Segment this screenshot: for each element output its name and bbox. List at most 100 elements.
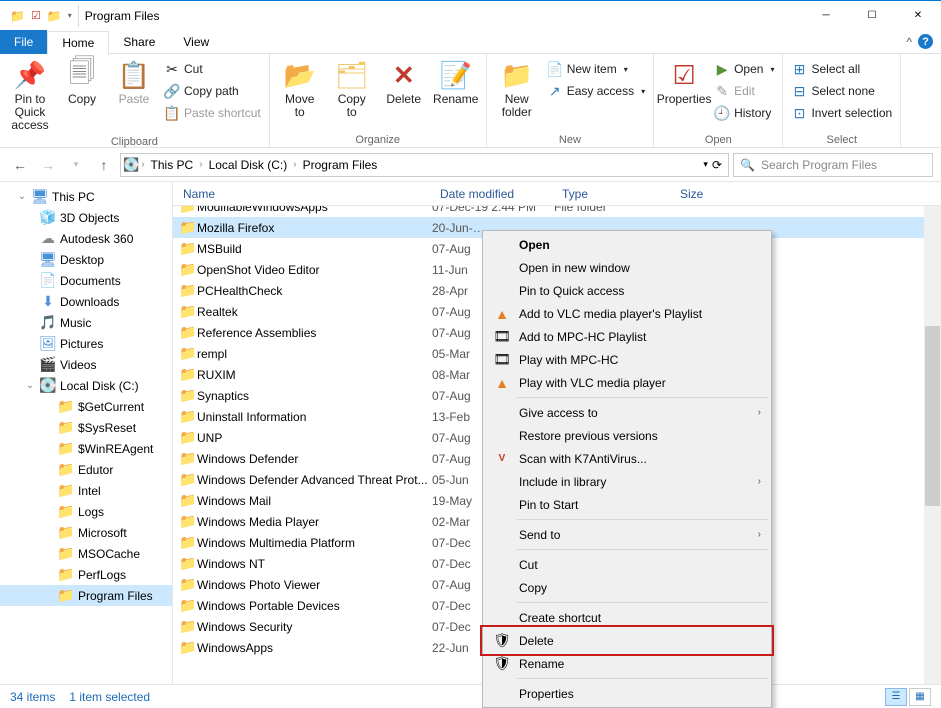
sidebar-item[interactable]: 📁MSOCache <box>0 543 172 564</box>
menu-include-library[interactable]: Include in library› <box>485 470 769 493</box>
sidebar-item[interactable]: 📁PerfLogs <box>0 564 172 585</box>
chevron-right-icon[interactable]: › <box>199 159 202 170</box>
chevron-down-icon: ▾ <box>641 87 645 96</box>
chevron-right-icon[interactable]: › <box>141 159 144 170</box>
menu-give-access[interactable]: Give access to› <box>485 401 769 424</box>
sidebar-item[interactable]: 🎵Music <box>0 312 172 333</box>
select-none-button[interactable]: ⊟Select none <box>791 81 892 101</box>
breadcrumb-localdisk[interactable]: Local Disk (C:) <box>205 158 292 172</box>
paste-button[interactable]: 📋 Paste <box>110 57 158 108</box>
menu-pin-start[interactable]: Pin to Start <box>485 493 769 516</box>
ribbon-group-clipboard: 📌 Pin to Quick access 🗐 Copy 📋 Paste ✂Cu… <box>0 54 270 147</box>
help-icon[interactable]: ? <box>918 34 933 49</box>
tab-share[interactable]: Share <box>109 30 169 54</box>
sidebar-item[interactable]: 📁Microsoft <box>0 522 172 543</box>
breadcrumb-programfiles[interactable]: Program Files <box>299 158 382 172</box>
forward-button[interactable]: → <box>36 153 60 177</box>
menu-scan-k7[interactable]: VScan with K7AntiVirus... <box>485 447 769 470</box>
menu-create-shortcut[interactable]: Create shortcut <box>485 606 769 629</box>
menu-mpc-playlist[interactable]: 🎞Add to MPC-HC Playlist <box>485 325 769 348</box>
new-folder-button[interactable]: 📁New folder <box>493 57 541 121</box>
sidebar-item[interactable]: 📁$WinREAgent <box>0 438 172 459</box>
menu-play-mpc[interactable]: 🎞Play with MPC-HC <box>485 348 769 371</box>
folder-icon: 📁 <box>179 261 197 278</box>
scrollbar[interactable] <box>924 206 941 684</box>
address-dropdown-icon[interactable]: ▾ <box>703 159 708 170</box>
close-button[interactable]: ✕ <box>895 1 941 31</box>
file-row[interactable]: 📁ModifiableWindowsApps07-Dec-19 2:44 PMF… <box>173 206 941 217</box>
qat-checkbox-icon[interactable]: ☑ <box>31 9 41 22</box>
folder-icon: 📁 <box>58 441 74 457</box>
search-input[interactable]: 🔍 Search Program Files <box>733 153 933 177</box>
menu-copy[interactable]: Copy <box>485 576 769 599</box>
easy-access-button[interactable]: ↗Easy access▾ <box>547 81 645 101</box>
folder-icon: 📁 <box>179 345 197 362</box>
tab-home[interactable]: Home <box>47 31 109 55</box>
properties-button[interactable]: ☑Properties <box>660 57 708 108</box>
ribbon-collapse-icon[interactable]: ^ <box>906 35 912 49</box>
tab-file[interactable]: File <box>0 30 47 54</box>
chevron-right-icon[interactable]: › <box>293 159 296 170</box>
new-item-button[interactable]: 📄New item▾ <box>547 59 645 79</box>
recent-dropdown[interactable]: ▾ <box>64 153 88 177</box>
sidebar-item-thispc[interactable]: ⌄🖥This PC <box>0 186 172 207</box>
up-button[interactable]: ↑ <box>92 153 116 177</box>
sidebar-item[interactable]: 🧊3D Objects <box>0 207 172 228</box>
back-button[interactable]: ← <box>8 153 32 177</box>
copy-path-button[interactable]: 🔗Copy path <box>164 81 261 101</box>
menu-cut[interactable]: Cut <box>485 553 769 576</box>
minimize-button[interactable]: ─ <box>803 1 849 31</box>
header-name[interactable]: Name <box>173 187 430 201</box>
breadcrumb-thispc[interactable]: This PC <box>147 158 198 172</box>
sidebar-item[interactable]: ☁Autodesk 360 <box>0 228 172 249</box>
tab-view[interactable]: View <box>169 30 223 54</box>
menu-pin-quick-access[interactable]: Pin to Quick access <box>485 279 769 302</box>
invert-selection-button[interactable]: ⊡Invert selection <box>791 103 892 123</box>
menu-open-new-window[interactable]: Open in new window <box>485 256 769 279</box>
sidebar-item[interactable]: 📄Documents <box>0 270 172 291</box>
sidebar-item-selected[interactable]: 📁Program Files <box>0 585 172 606</box>
sidebar-item-localdisk[interactable]: ⌄💽Local Disk (C:) <box>0 375 172 396</box>
sidebar-item[interactable]: 🎬Videos <box>0 354 172 375</box>
select-all-button[interactable]: ⊞Select all <box>791 59 892 79</box>
sidebar-item[interactable]: 📁$SysReset <box>0 417 172 438</box>
paste-shortcut-button[interactable]: 📋Paste shortcut <box>164 103 261 123</box>
header-date[interactable]: Date modified <box>430 187 552 201</box>
qat-dropdown-icon[interactable]: ▾ <box>68 11 72 20</box>
pin-quick-access-button[interactable]: 📌 Pin to Quick access <box>6 57 54 135</box>
header-size[interactable]: Size <box>670 187 748 201</box>
refresh-icon[interactable]: ⟳ <box>712 158 722 172</box>
sidebar-item[interactable]: 📁Edutor <box>0 459 172 480</box>
rename-button[interactable]: 📝Rename <box>432 57 480 108</box>
menu-open[interactable]: Open <box>485 233 769 256</box>
maximize-button[interactable]: ☐ <box>849 1 895 31</box>
menu-delete[interactable]: 🛡Delete <box>485 629 769 652</box>
menu-play-vlc[interactable]: ▲Play with VLC media player <box>485 371 769 394</box>
sidebar-item[interactable]: 📁Intel <box>0 480 172 501</box>
move-to-button[interactable]: 📂Move to <box>276 57 324 121</box>
menu-send-to[interactable]: Send to› <box>485 523 769 546</box>
menu-rename[interactable]: 🛡Rename <box>485 652 769 675</box>
sidebar-item[interactable]: 📁Logs <box>0 501 172 522</box>
view-icons-button[interactable]: ▦ <box>909 688 931 706</box>
edit-button[interactable]: ✎Edit <box>714 81 774 101</box>
sidebar-item[interactable]: 📁$GetCurrent <box>0 396 172 417</box>
address-bar[interactable]: 💽 › This PC › Local Disk (C:) › Program … <box>120 153 729 177</box>
menu-restore-versions[interactable]: Restore previous versions <box>485 424 769 447</box>
open-button[interactable]: ▶Open▾ <box>714 59 774 79</box>
navigation-pane[interactable]: ⌄🖥This PC 🧊3D Objects ☁Autodesk 360 🖥Des… <box>0 182 173 684</box>
copy-button[interactable]: 🗐 Copy <box>58 57 106 108</box>
cut-button[interactable]: ✂Cut <box>164 59 261 79</box>
selectnone-icon: ⊟ <box>791 83 807 99</box>
sidebar-item[interactable]: 🖼Pictures <box>0 333 172 354</box>
copy-to-button[interactable]: 🗂Copy to <box>328 57 376 121</box>
scrollbar-thumb[interactable] <box>925 326 940 506</box>
menu-vlc-playlist[interactable]: ▲Add to VLC media player's Playlist <box>485 302 769 325</box>
delete-button[interactable]: ✕Delete <box>380 57 428 108</box>
history-button[interactable]: 🕘History <box>714 103 774 123</box>
sidebar-item[interactable]: 🖥Desktop <box>0 249 172 270</box>
header-type[interactable]: Type <box>552 187 670 201</box>
sidebar-item[interactable]: ⬇Downloads <box>0 291 172 312</box>
view-details-button[interactable]: ☰ <box>885 688 907 706</box>
menu-properties[interactable]: Properties <box>485 682 769 705</box>
